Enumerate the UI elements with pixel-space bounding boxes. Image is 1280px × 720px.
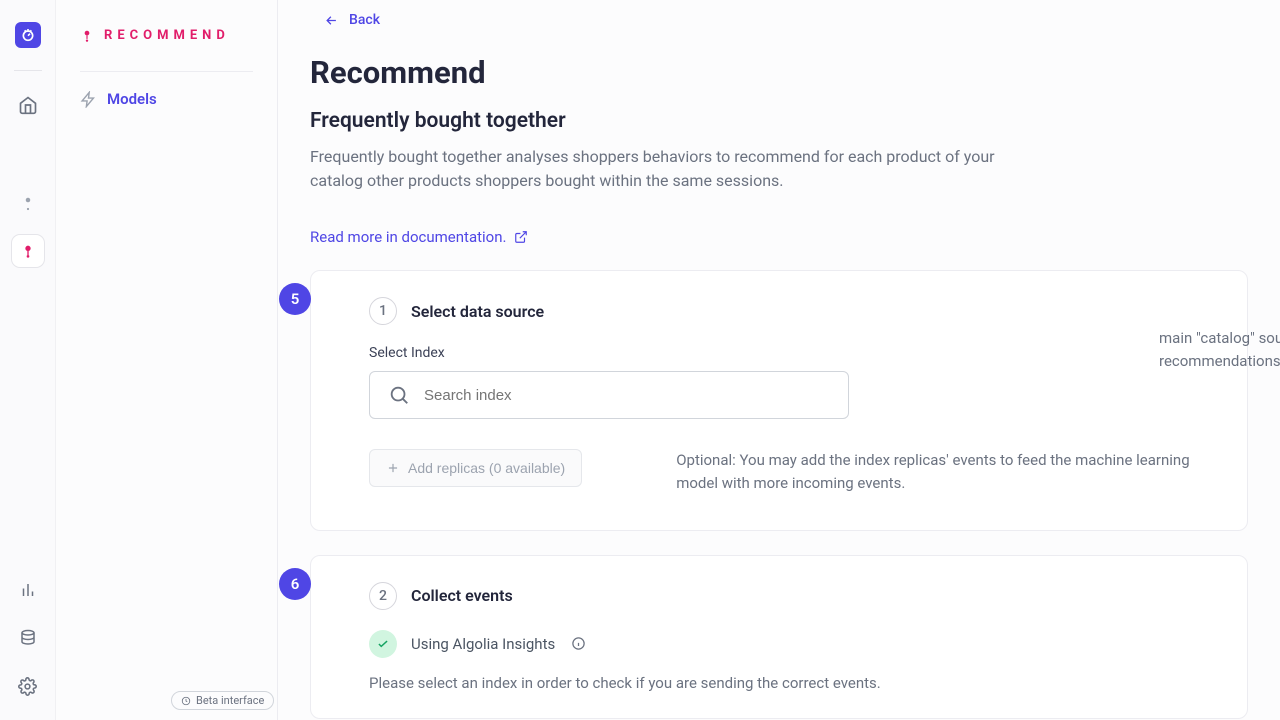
brand-text: RECOMMEND	[104, 28, 230, 43]
replica-description: Optional: You may add the index replicas…	[676, 449, 1219, 496]
sidebar-item-label: Models	[107, 90, 157, 108]
plus-icon	[386, 461, 400, 475]
search-input[interactable]	[424, 387, 830, 404]
page-subtitle: Frequently bought together	[310, 109, 1248, 133]
page-description: Frequently bought together analyses shop…	[310, 145, 1030, 195]
clock-icon	[181, 696, 191, 706]
field-label: Select Index	[369, 345, 1219, 361]
check-icon	[369, 630, 397, 658]
step-title: Select data source	[411, 302, 544, 321]
search-icon	[388, 384, 410, 406]
recommend-nav-icon[interactable]	[12, 187, 44, 219]
events-note: Please select an index in order to check…	[369, 674, 1219, 692]
step-card-1: 5 1 Select data source Select Index main…	[310, 270, 1248, 531]
home-icon[interactable]	[12, 89, 44, 121]
step-title: Collect events	[411, 586, 513, 605]
arrow-left-icon	[324, 13, 339, 28]
insights-label: Using Algolia Insights	[411, 635, 555, 653]
step-card-2: 6 2 Collect events Using Algolia Insight…	[310, 555, 1248, 719]
app-logo[interactable]	[15, 22, 41, 48]
beta-badge[interactable]: Beta interface	[171, 691, 274, 710]
step-badge: 6	[279, 568, 311, 600]
catalog-hint: main "catalog" source, from which recomm…	[1159, 327, 1280, 372]
page-title: Recommend	[310, 54, 1248, 91]
step-number: 1	[369, 297, 397, 325]
step-number: 2	[369, 582, 397, 610]
brand-icon	[80, 29, 94, 43]
search-index-input[interactable]	[369, 371, 849, 419]
nav-rail	[0, 0, 56, 720]
rail-divider	[14, 70, 42, 71]
step-badge: 5	[279, 283, 311, 315]
settings-icon[interactable]	[12, 670, 44, 702]
active-nav-icon[interactable]	[12, 235, 44, 267]
sidebar-divider	[80, 71, 253, 72]
external-link-icon	[514, 230, 528, 244]
sidebar: RECOMMEND Models Beta interface	[56, 0, 278, 720]
documentation-link[interactable]: Read more in documentation.	[310, 228, 528, 246]
lightning-icon	[80, 91, 97, 108]
analytics-icon[interactable]	[12, 574, 44, 606]
database-icon[interactable]	[12, 622, 44, 654]
sidebar-item-models[interactable]: Models	[80, 90, 253, 108]
info-icon[interactable]	[571, 636, 586, 651]
back-button[interactable]: Back	[310, 12, 380, 28]
main-content: Back Recommend Frequently bought togethe…	[278, 0, 1280, 720]
add-replicas-button[interactable]: Add replicas (0 available)	[369, 449, 582, 487]
brand: RECOMMEND	[80, 28, 253, 43]
